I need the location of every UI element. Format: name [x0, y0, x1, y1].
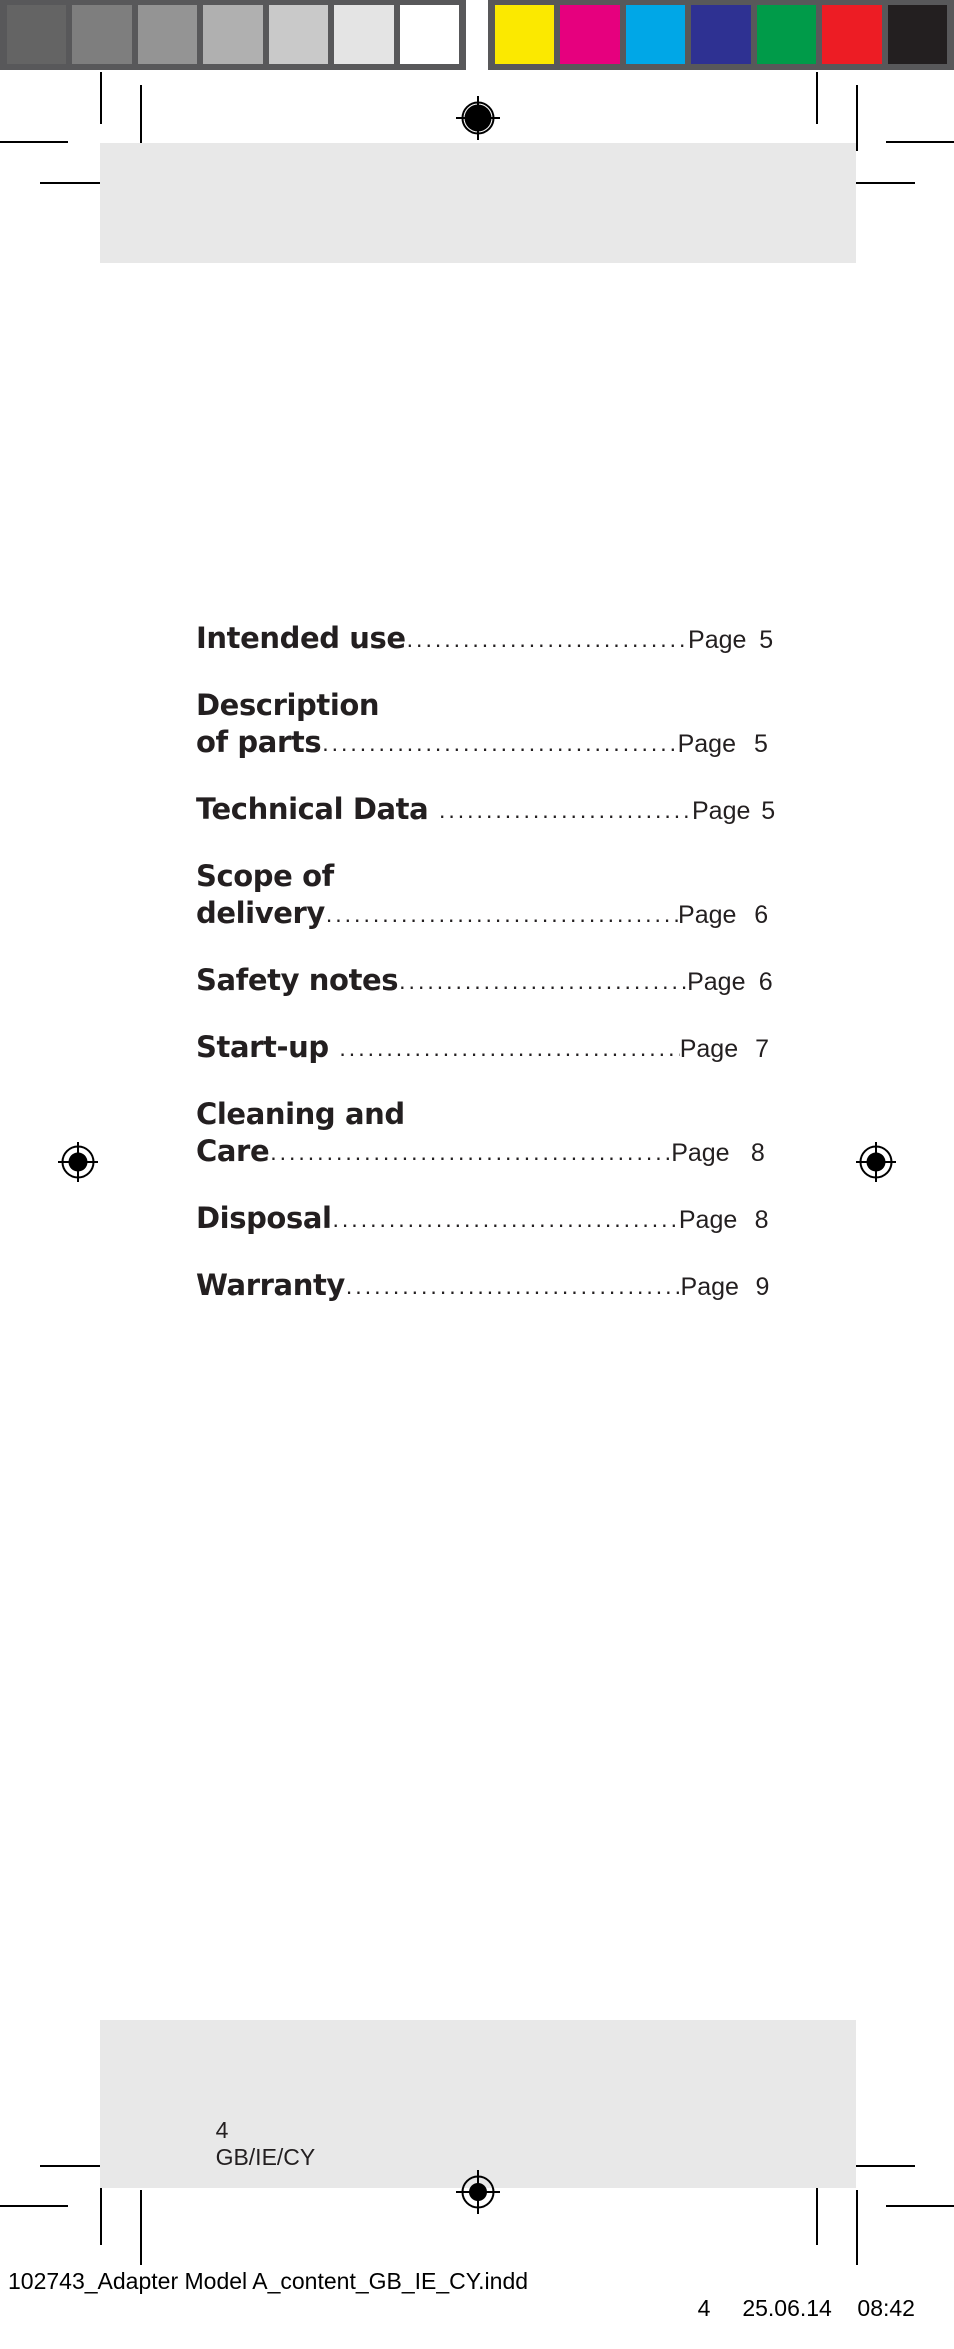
toc-entry[interactable]: Safety notes Page 6	[196, 962, 786, 1000]
toc-page-label: Page	[671, 1139, 730, 1168]
registration-mark-bottom-center	[456, 2170, 500, 2214]
toc-entry-title: Care	[196, 1134, 270, 1169]
toc-page-label: Page	[688, 626, 747, 654]
toc-entry-title-line1: Cleaning and	[196, 1096, 405, 1131]
color-swatch-6	[887, 5, 947, 64]
toc-page-label: Page	[678, 1205, 738, 1234]
toc-entry-title: Technical Data	[196, 792, 438, 827]
toc-leader-dots	[326, 903, 678, 926]
color-swatch-3	[691, 5, 751, 64]
toc-page-number: 9	[755, 1272, 770, 1301]
toc-page-label: Page	[680, 1272, 739, 1301]
toc-entry[interactable]: Intended use Page 5	[196, 620, 786, 658]
toc-entry-title: Safety notes	[196, 963, 399, 998]
color-swatch-2	[625, 5, 686, 64]
toc-entry-title: delivery	[196, 896, 325, 931]
toc-entry[interactable]: Disposal Page 8	[196, 1200, 786, 1238]
crop-mark-top-right-outer	[856, 85, 858, 151]
crop-mark-bottom-right-horizontal-b	[886, 2205, 954, 2207]
content-panel-top	[100, 143, 856, 263]
job-slug-date: 25.06.14	[742, 2295, 832, 2321]
toc-entry-title-line1: Scope of	[196, 858, 334, 893]
toc-leader-dots	[339, 1037, 679, 1060]
grayscale-bar	[0, 0, 466, 70]
toc-leader-dots	[399, 970, 687, 993]
color-swatch-1	[560, 5, 620, 64]
toc-page-label: Page	[678, 901, 737, 930]
toc-page-number: 5	[759, 626, 774, 654]
registration-mark-right-center	[854, 1140, 898, 1184]
toc-entry[interactable]: Cleaning andCare Page 8	[196, 1096, 786, 1171]
crop-mark-bottom-left-horizontal-b	[0, 2205, 68, 2207]
job-slug-filename: 102743_Adapter Model A_content_GB_IE_CY.…	[8, 2268, 529, 2294]
toc-entry-title-line1: Description	[196, 687, 380, 722]
color-swatch-0	[495, 5, 555, 64]
footer-page-number: 4	[215, 2117, 229, 2143]
toc-leader-dots	[346, 1275, 681, 1298]
color-bar	[488, 0, 954, 70]
grayscale-swatch-6	[399, 5, 459, 64]
toc-entry-title: Warranty	[196, 1267, 345, 1302]
toc-entry-title: of parts	[196, 725, 322, 760]
grayscale-swatch-1	[72, 5, 132, 64]
crop-mark-top-left-horizontal-a	[0, 141, 68, 143]
toc-page-number: 8	[754, 1205, 769, 1234]
toc-page-number: 6	[758, 968, 773, 997]
toc-page-number: 7	[755, 1034, 769, 1063]
job-slug-time: 08:42	[857, 2295, 915, 2321]
crop-mark-top-left-inner	[140, 85, 142, 151]
toc-leader-dots	[333, 1208, 679, 1231]
toc-entry-title: Intended use	[196, 621, 406, 655]
page-footer: 4 GB/IE/CY	[190, 2090, 316, 2198]
toc-entry[interactable]: Descriptionof parts Page 5	[196, 687, 786, 762]
crop-mark-top-right-horizontal-a	[886, 141, 954, 143]
toc-entry[interactable]: Warranty Page 9	[196, 1267, 786, 1305]
crop-mark-top-right-inner	[816, 72, 818, 124]
grayscale-swatch-0	[7, 5, 67, 64]
print-proof-page: Intended use Page 5 Descriptionof parts Page…	[0, 0, 954, 2321]
table-of-contents: Intended use Page 5 Descriptionof parts Page…	[196, 620, 786, 1333]
toc-entry[interactable]: Start-up Page 7	[196, 1029, 786, 1067]
registration-mark-top-center	[456, 96, 500, 140]
crop-mark-top-left-outer	[100, 72, 102, 124]
color-swatch-4	[756, 5, 817, 64]
toc-page-number: 5	[754, 730, 768, 759]
crop-mark-bottom-left-outer	[140, 2190, 142, 2265]
grayscale-swatch-2	[137, 5, 198, 64]
toc-leader-dots	[322, 732, 677, 755]
color-swatch-5	[822, 5, 882, 64]
toc-leader-dots	[407, 628, 688, 651]
toc-entry-title: Disposal	[196, 1200, 332, 1235]
toc-page-number: 8	[750, 1139, 765, 1168]
job-slug-meta: 4 25.06.14 08:42	[672, 2268, 915, 2349]
toc-page-label: Page	[692, 797, 751, 826]
toc-entry[interactable]: Scope ofdelivery Page 6	[196, 858, 786, 933]
toc-entry-title: Start-up	[196, 1029, 339, 1064]
toc-page-label: Page	[677, 730, 736, 759]
toc-page-number: 6	[754, 901, 769, 930]
toc-page-number: 5	[761, 797, 776, 826]
toc-leader-dots	[270, 1141, 671, 1164]
footer-region-code: GB/IE/CY	[215, 2144, 316, 2170]
grayscale-swatch-3	[203, 5, 263, 64]
toc-page-label: Page	[679, 1034, 739, 1063]
toc-entry[interactable]: Technical Data Page 5	[196, 791, 786, 829]
toc-leader-dots	[439, 799, 692, 822]
job-slug-page: 4	[697, 2295, 711, 2321]
grayscale-swatch-4	[268, 5, 329, 64]
toc-page-label: Page	[687, 968, 746, 997]
grayscale-swatch-5	[334, 5, 394, 64]
calibration-bars	[0, 0, 954, 70]
registration-mark-left-center	[56, 1140, 100, 1184]
crop-mark-bottom-right-outer	[856, 2190, 858, 2265]
